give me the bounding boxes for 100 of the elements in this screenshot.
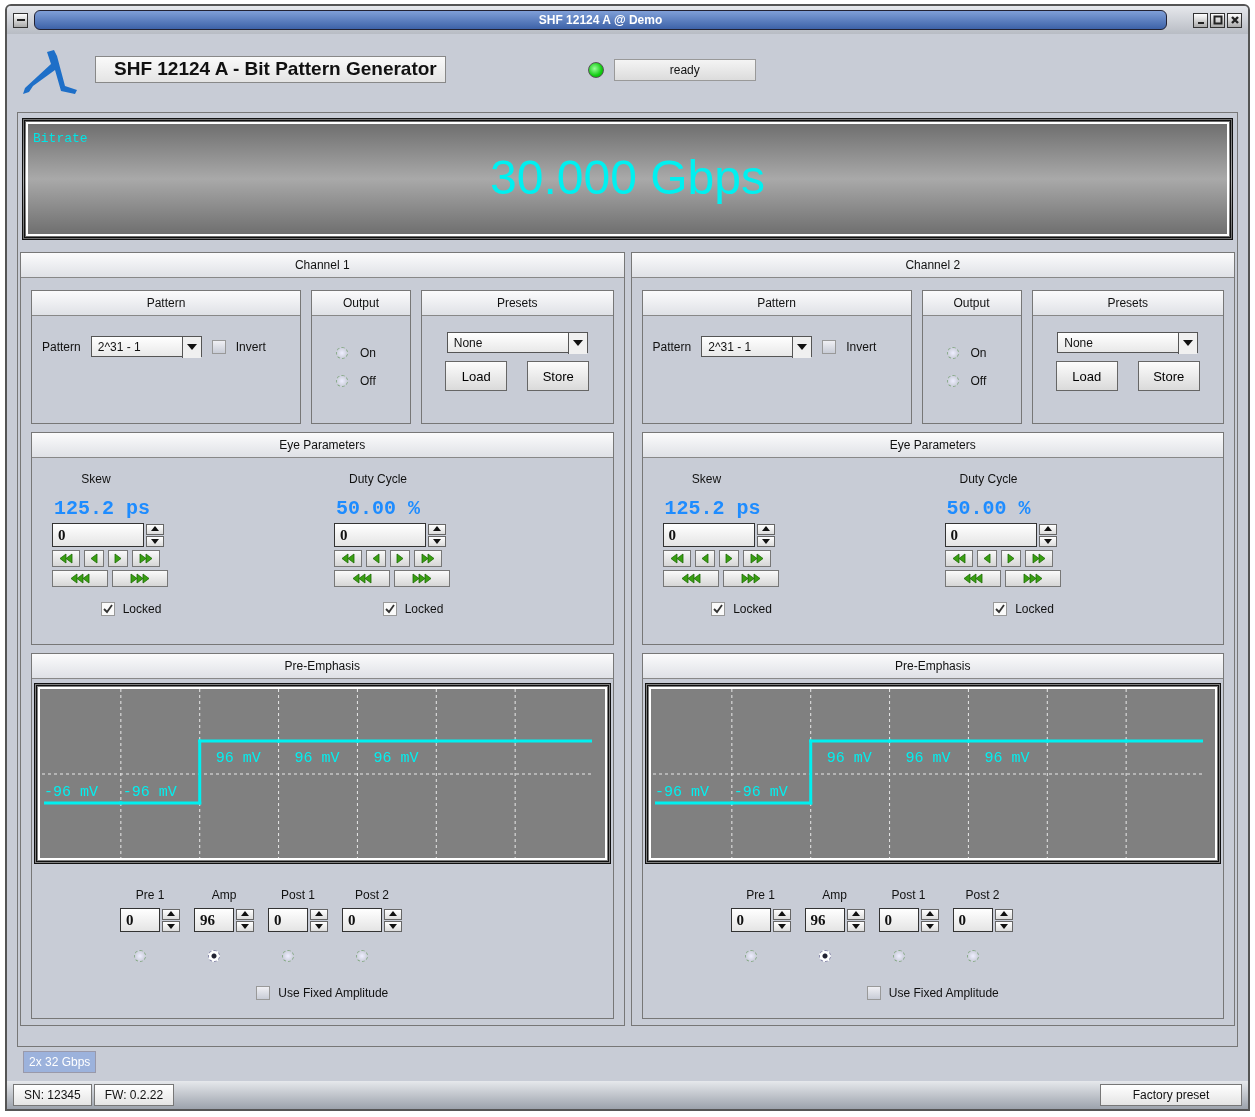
increment-button[interactable]	[384, 908, 402, 920]
fastest-back-button[interactable]	[52, 570, 108, 587]
decrement-button[interactable]	[756, 535, 775, 547]
fast-back-button[interactable]	[334, 550, 362, 567]
fast-back-button[interactable]	[944, 550, 973, 567]
fixed-amplitude-checkbox[interactable]	[256, 986, 271, 1000]
preset-button[interactable]: Load	[1055, 361, 1118, 391]
tap-field[interactable]: 0	[342, 908, 382, 932]
fast-forward-button[interactable]	[132, 550, 160, 567]
invert-checkbox[interactable]	[211, 339, 226, 354]
preset-button[interactable]: Store	[1137, 361, 1200, 391]
preset-button[interactable]: Load	[445, 361, 508, 391]
preset-button[interactable]: Store	[527, 361, 590, 391]
minimize-button[interactable]	[1193, 12, 1208, 28]
increment-button[interactable]	[236, 908, 254, 920]
pattern-dropdown[interactable]: 2^31 - 1	[90, 336, 202, 357]
back-button[interactable]	[84, 550, 104, 567]
fastest-forward-button[interactable]	[112, 570, 168, 587]
fast-forward-button[interactable]	[414, 550, 442, 567]
increment-button[interactable]	[146, 523, 164, 535]
left-arrows-icon	[340, 553, 356, 564]
value-field[interactable]: 0	[662, 523, 755, 547]
value-field[interactable]: 0	[944, 523, 1037, 547]
tap-label: Post 2	[355, 888, 389, 902]
fastest-forward-button[interactable]	[1004, 570, 1061, 587]
fast-forward-button[interactable]	[1024, 550, 1053, 567]
decrement-button[interactable]	[846, 920, 865, 932]
tap-field[interactable]: 0	[730, 908, 771, 932]
fast-back-button[interactable]	[662, 550, 691, 567]
tap-field[interactable]: 96	[194, 908, 234, 932]
radio-button[interactable]	[134, 950, 146, 962]
radio-button[interactable]	[336, 375, 348, 387]
forward-button[interactable]	[108, 550, 128, 567]
right-arrows-icon	[1030, 553, 1047, 564]
value-field[interactable]: 0	[52, 523, 144, 547]
decrement-button[interactable]	[994, 920, 1013, 932]
fastest-back-button[interactable]	[944, 570, 1001, 587]
locked-checkbox[interactable]	[100, 602, 115, 616]
fixed-amplitude-checkbox[interactable]	[866, 986, 881, 1000]
increment-button[interactable]	[1038, 523, 1057, 535]
increment-button[interactable]	[162, 908, 180, 920]
forward-button[interactable]	[718, 550, 739, 567]
maximize-button[interactable]	[1210, 12, 1225, 28]
radio-button[interactable]	[282, 950, 294, 962]
invert-checkbox[interactable]	[822, 339, 837, 354]
right-arrows-icon	[114, 553, 122, 564]
radio-button[interactable]	[356, 950, 368, 962]
decrement-button[interactable]	[236, 920, 254, 932]
radio-button[interactable]	[818, 950, 831, 962]
increment-button[interactable]	[428, 523, 446, 535]
window-menu-button[interactable]	[13, 12, 28, 28]
decrement-button[interactable]	[920, 920, 939, 932]
locked-checkbox[interactable]	[993, 602, 1008, 616]
radio-button[interactable]	[946, 375, 959, 387]
decrement-button[interactable]	[162, 920, 180, 932]
preset-dropdown[interactable]: None	[1057, 332, 1199, 353]
radio-button[interactable]	[208, 950, 220, 962]
level-label: -96 mV	[122, 784, 177, 801]
increment-button[interactable]	[846, 908, 865, 920]
value-field[interactable]: 0	[334, 523, 426, 547]
radio-button[interactable]	[744, 950, 757, 962]
fastest-forward-button[interactable]	[722, 570, 779, 587]
locked-label: Locked	[404, 602, 444, 616]
group-header: Eye Parameters	[32, 433, 613, 458]
increment-button[interactable]	[994, 908, 1013, 920]
decrement-button[interactable]	[772, 920, 791, 932]
increment-button[interactable]	[756, 523, 775, 535]
decrement-button[interactable]	[428, 535, 446, 547]
locked-checkbox[interactable]	[711, 602, 726, 616]
decrement-button[interactable]	[310, 920, 328, 932]
tap-field[interactable]: 0	[878, 908, 919, 932]
up-arrow-icon	[999, 911, 1008, 917]
radio-button[interactable]	[892, 950, 905, 962]
fastest-forward-button[interactable]	[394, 570, 450, 587]
radio-button[interactable]	[336, 347, 348, 359]
fastest-back-button[interactable]	[334, 570, 390, 587]
tap-field[interactable]: 0	[268, 908, 308, 932]
radio-button[interactable]	[966, 950, 979, 962]
back-button[interactable]	[366, 550, 386, 567]
tap-field[interactable]: 96	[804, 908, 845, 932]
increment-button[interactable]	[772, 908, 791, 920]
back-button[interactable]	[976, 550, 997, 567]
forward-button[interactable]	[390, 550, 410, 567]
increment-button[interactable]	[310, 908, 328, 920]
fast-forward-button[interactable]	[742, 550, 771, 567]
tap-field[interactable]: 0	[952, 908, 993, 932]
fast-back-button[interactable]	[52, 550, 80, 567]
forward-button[interactable]	[1000, 550, 1021, 567]
decrement-button[interactable]	[384, 920, 402, 932]
increment-button[interactable]	[920, 908, 939, 920]
decrement-button[interactable]	[146, 535, 164, 547]
fastest-back-button[interactable]	[662, 570, 719, 587]
radio-button[interactable]	[946, 347, 959, 359]
back-button[interactable]	[694, 550, 715, 567]
tap-field[interactable]: 0	[120, 908, 160, 932]
pattern-dropdown[interactable]: 2^31 - 1	[701, 336, 813, 357]
decrement-button[interactable]	[1038, 535, 1057, 547]
preset-dropdown[interactable]: None	[446, 332, 588, 353]
locked-checkbox[interactable]	[382, 602, 397, 616]
close-button[interactable]	[1227, 12, 1242, 28]
